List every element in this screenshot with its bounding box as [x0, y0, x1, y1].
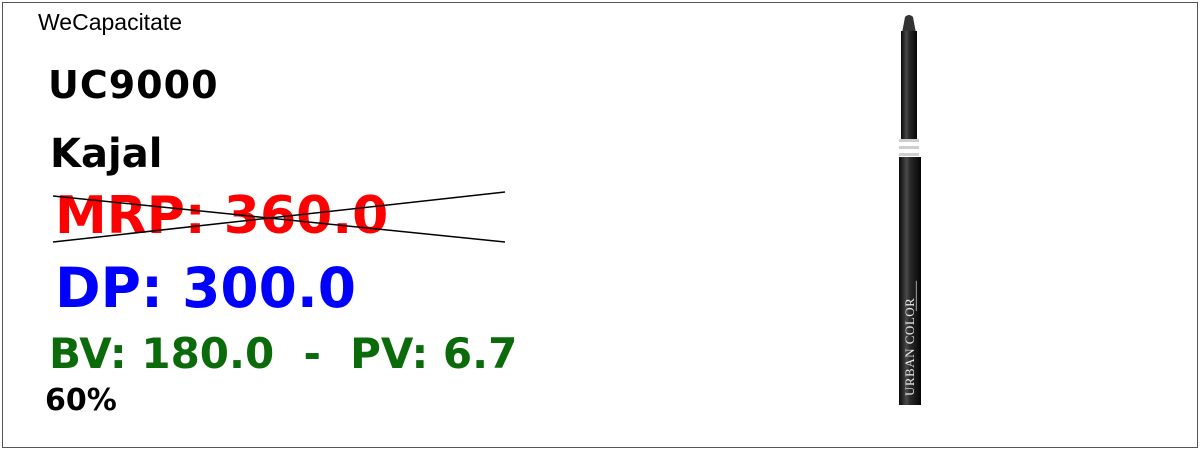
bv-pv-values: BV: 180.0 - PV: 6.7: [49, 329, 518, 378]
brand-name: WeCapacitate: [38, 9, 183, 35]
dp-price: DP: 300.0: [55, 256, 357, 320]
pencil-label-text: URBAN COLOR: [902, 298, 917, 396]
svg-text:━━━━━━━━━━: ━━━━━━━━━━: [914, 280, 920, 312]
product-code: UC9000: [48, 63, 219, 107]
discount-percent: 60%: [45, 383, 117, 418]
product-name: Kajal: [50, 131, 163, 177]
strikethrough-cross-icon: [53, 191, 506, 243]
mrp-block: MRP: 360.0: [53, 186, 508, 248]
kajal-pencil-image: URBAN COLOR ━━━━━━━━━━: [899, 15, 921, 405]
product-card: WeCapacitate UC9000 Kajal MRP: 360.0 DP:…: [2, 2, 1198, 448]
